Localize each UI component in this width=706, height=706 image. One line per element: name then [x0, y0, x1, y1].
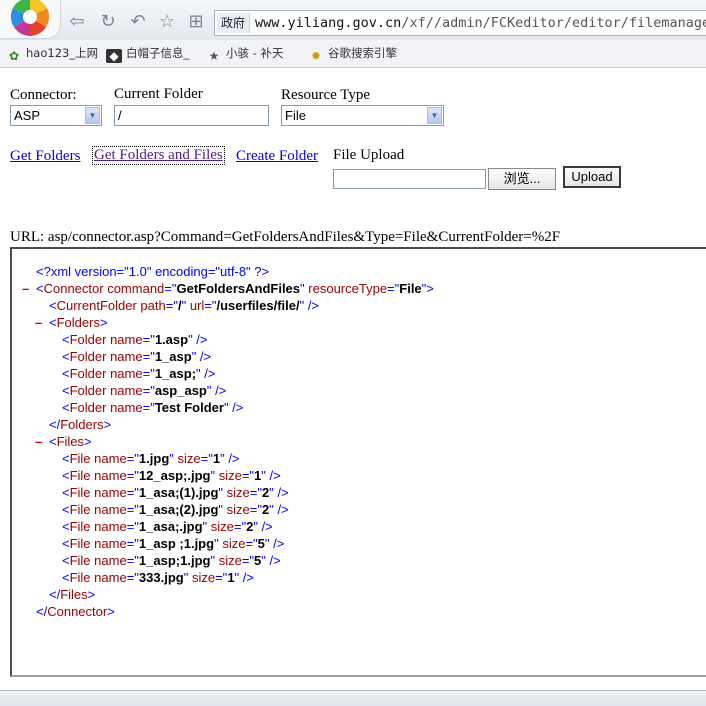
xml-file-item: <File name="1_asa;.jpg" size="2" />	[62, 519, 273, 534]
gear-icon: ✹	[310, 49, 322, 63]
back-icon[interactable]: ⇦	[66, 11, 88, 33]
bookmark-google-search[interactable]: ✹ 谷歌搜索引擎	[308, 45, 397, 63]
xml-connector-close: </Connector>	[36, 604, 115, 619]
browser-logo[interactable]	[0, 0, 61, 39]
xml-folder-item: <Folder name="1_asp;" />	[62, 366, 216, 381]
connector-value: ASP	[14, 108, 41, 123]
xml-file-item: <File name="1_asp;1.jpg" size="5" />	[62, 553, 281, 568]
undo-icon[interactable]: ↶	[127, 11, 149, 33]
hao123-icon: ✿	[8, 49, 20, 63]
grid-icon[interactable]: ⊞	[185, 11, 207, 33]
chevron-down-icon[interactable]: ▼	[427, 107, 442, 124]
get-folders-and-files-link[interactable]: Get Folders and Files	[92, 146, 225, 165]
favorite-star-icon[interactable]: ☆	[156, 11, 178, 33]
get-folders-link[interactable]: Get Folders	[10, 148, 80, 165]
xml-connector-open: <Connector command="GetFoldersAndFiles" …	[36, 281, 434, 296]
address-url[interactable]: www.yiliang.gov.cn/xf//admin/FCKeditor/e…	[255, 11, 706, 35]
current-folder-input[interactable]: /	[114, 105, 269, 126]
xml-file-item: <File name="1_asa;(1).jpg" size="2" />	[62, 485, 289, 500]
xml-file-item: <File name="1_asa;(2).jpg" size="2" />	[62, 502, 289, 517]
file-path-input[interactable]	[333, 169, 486, 189]
resource-type-value: File	[285, 108, 306, 123]
xml-folder-item: <Folder name="1.asp" />	[62, 332, 208, 347]
collapse-files-toggle[interactable]: –	[35, 433, 42, 450]
xml-file-item: <File name="333.jpg" size="1" />	[62, 570, 254, 585]
url-host: www.yiliang.gov.cn	[255, 15, 402, 31]
address-bar[interactable]: 政府 www.yiliang.gov.cn/xf//admin/FCKedito…	[214, 10, 706, 36]
connector-label: Connector:	[10, 87, 77, 103]
upload-button[interactable]: Upload	[563, 166, 621, 188]
bookmark-butian[interactable]: ★ 小骇 - 补天	[206, 45, 284, 63]
star-icon: ★	[208, 49, 220, 63]
xml-folders-close: </Folders>	[49, 417, 112, 432]
resource-type-select[interactable]: File ▼	[281, 105, 444, 126]
collapse-folders-toggle[interactable]: –	[35, 314, 42, 331]
xml-file-item: <File name="12_asp;.jpg" size="1" />	[62, 468, 281, 483]
xml-response-frame[interactable]: <?xml version="1.0" encoding="utf-8" ?> …	[10, 247, 706, 677]
bookmarks-bar: ✿ hao123_上网 ◆ 白帽子信息_ ★ 小骇 - 补天 ✹ 谷歌搜索引擎	[0, 40, 706, 68]
browser-logo-icon	[10, 0, 50, 36]
white-hat-icon: ◆	[106, 49, 122, 63]
xml-folder-item: <Folder name="asp_asp" />	[62, 383, 227, 398]
xml-folders-open: <Folders>	[49, 315, 108, 330]
bookmark-baimaozi[interactable]: ◆ 白帽子信息_	[106, 45, 189, 63]
xml-file-item: <File name="1_asp ;1.jpg" size="5" />	[62, 536, 285, 551]
xml-files-open: <Files>	[49, 434, 92, 449]
bookmark-hao123[interactable]: ✿ hao123_上网	[6, 45, 98, 63]
connector-select[interactable]: ASP ▼	[10, 105, 102, 126]
request-url-text: URL: asp/connector.asp?Command=GetFolder…	[10, 229, 561, 245]
xml-file-item: <File name="1.jpg" size="1" />	[62, 451, 240, 466]
xml-current-folder: <CurrentFolder path="/" url="/userfiles/…	[49, 298, 320, 313]
browse-button[interactable]: 浏览...	[488, 168, 556, 190]
resource-type-label: Resource Type	[281, 87, 371, 103]
chevron-down-icon[interactable]: ▼	[85, 107, 100, 124]
xml-files-close: </Files>	[49, 587, 96, 602]
xml-declaration: <?xml version="1.0" encoding="utf-8" ?>	[36, 264, 270, 279]
current-folder-label: Current Folder	[114, 86, 203, 102]
file-upload-label: File Upload	[333, 147, 405, 163]
site-category-badge: 政府	[217, 13, 251, 33]
url-path: /xf//admin/FCKeditor/editor/filemanager	[401, 15, 706, 31]
xml-folder-item: <Folder name="Test Folder" />	[62, 400, 244, 415]
refresh-icon[interactable]: ↻	[97, 11, 119, 33]
collapse-connector-toggle[interactable]: –	[22, 280, 29, 297]
browser-toolbar: ⇦ ↻ ↶ ☆ ⊞ 政府 www.yiliang.gov.cn/xf//admi…	[0, 0, 706, 40]
create-folder-link[interactable]: Create Folder	[236, 148, 318, 165]
xml-folder-item: <Folder name="1_asp" />	[62, 349, 212, 364]
status-bar	[0, 690, 706, 706]
